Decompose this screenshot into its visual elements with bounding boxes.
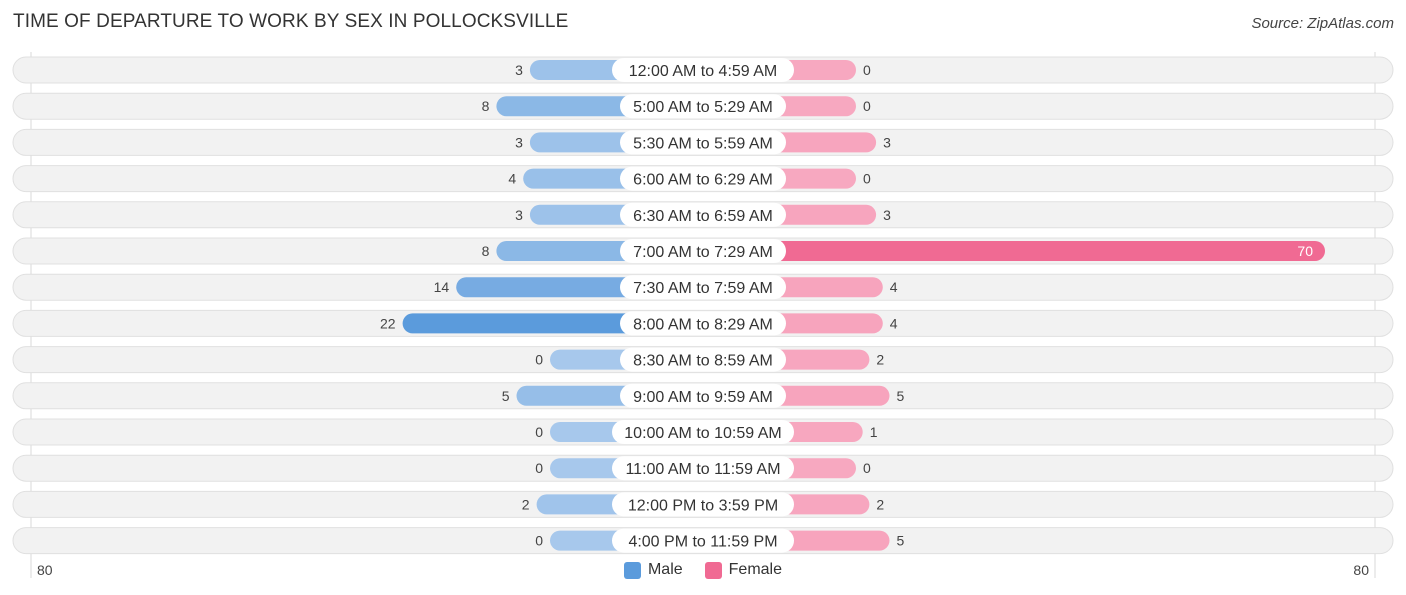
legend-label-male: Male <box>647 561 683 578</box>
value-label-male: 0 <box>535 460 543 476</box>
value-label-male: 8 <box>482 98 490 114</box>
chart-canvas: 3 0 12:00 AM to 4:59 AM 8 0 5:00 AM to 5:29 A… <box>12 52 1394 578</box>
value-label-male: 0 <box>535 424 543 440</box>
category-label: 9:00 AM to 9:59 AM <box>633 389 773 406</box>
value-label-male: 3 <box>515 134 523 150</box>
value-label-male: 0 <box>535 352 543 368</box>
value-label-female: 4 <box>890 279 898 295</box>
value-label-female: 1 <box>870 424 878 440</box>
legend-swatch-male <box>623 561 641 579</box>
category-label: 5:00 AM to 5:29 AM <box>633 99 773 116</box>
value-label-male: 2 <box>522 496 530 512</box>
value-label-female: 5 <box>897 533 905 549</box>
category-label: 7:30 AM to 7:59 AM <box>633 280 773 297</box>
category-label: 10:00 AM to 10:59 AM <box>624 425 781 442</box>
value-label-male: 3 <box>515 62 523 78</box>
category-label: 6:00 AM to 6:29 AM <box>633 172 773 189</box>
value-label-male: 22 <box>380 315 396 331</box>
category-label: 8:30 AM to 8:59 AM <box>633 353 773 370</box>
value-label-female: 2 <box>876 352 884 368</box>
legend: Male Female <box>0 561 1406 579</box>
value-label-male: 14 <box>434 279 450 295</box>
value-label-female: 4 <box>890 315 898 331</box>
value-label-female: 0 <box>863 98 871 114</box>
value-label-female: 0 <box>863 171 871 187</box>
value-label-female: 3 <box>883 134 891 150</box>
category-label: 5:30 AM to 5:59 AM <box>633 135 773 152</box>
value-label-male: 5 <box>502 388 510 404</box>
value-label-male: 8 <box>482 243 490 259</box>
value-label-male: 0 <box>535 533 543 549</box>
value-label-female: 2 <box>876 496 884 512</box>
category-label: 7:00 AM to 7:29 AM <box>633 244 773 261</box>
category-label: 12:00 AM to 4:59 AM <box>629 63 778 80</box>
legend-item-female[interactable]: Female <box>704 561 783 579</box>
legend-item-male[interactable]: Male <box>623 561 683 579</box>
category-label: 6:30 AM to 6:59 AM <box>633 208 773 225</box>
category-label: 4:00 PM to 11:59 PM <box>628 534 777 551</box>
legend-label-female: Female <box>728 561 783 578</box>
value-label-male: 4 <box>508 171 516 187</box>
value-label-female: 0 <box>863 460 871 476</box>
value-label-female: 70 <box>1297 243 1313 259</box>
bar-female <box>703 241 1325 261</box>
category-label: 12:00 PM to 3:59 PM <box>628 497 778 514</box>
value-label-male: 3 <box>515 207 523 223</box>
category-label: 8:00 AM to 8:29 AM <box>633 316 773 333</box>
value-label-female: 5 <box>897 388 905 404</box>
legend-swatch-female <box>704 561 722 579</box>
category-label: 11:00 AM to 11:59 AM <box>625 461 780 478</box>
value-label-female: 3 <box>883 207 891 223</box>
value-label-female: 0 <box>863 62 871 78</box>
